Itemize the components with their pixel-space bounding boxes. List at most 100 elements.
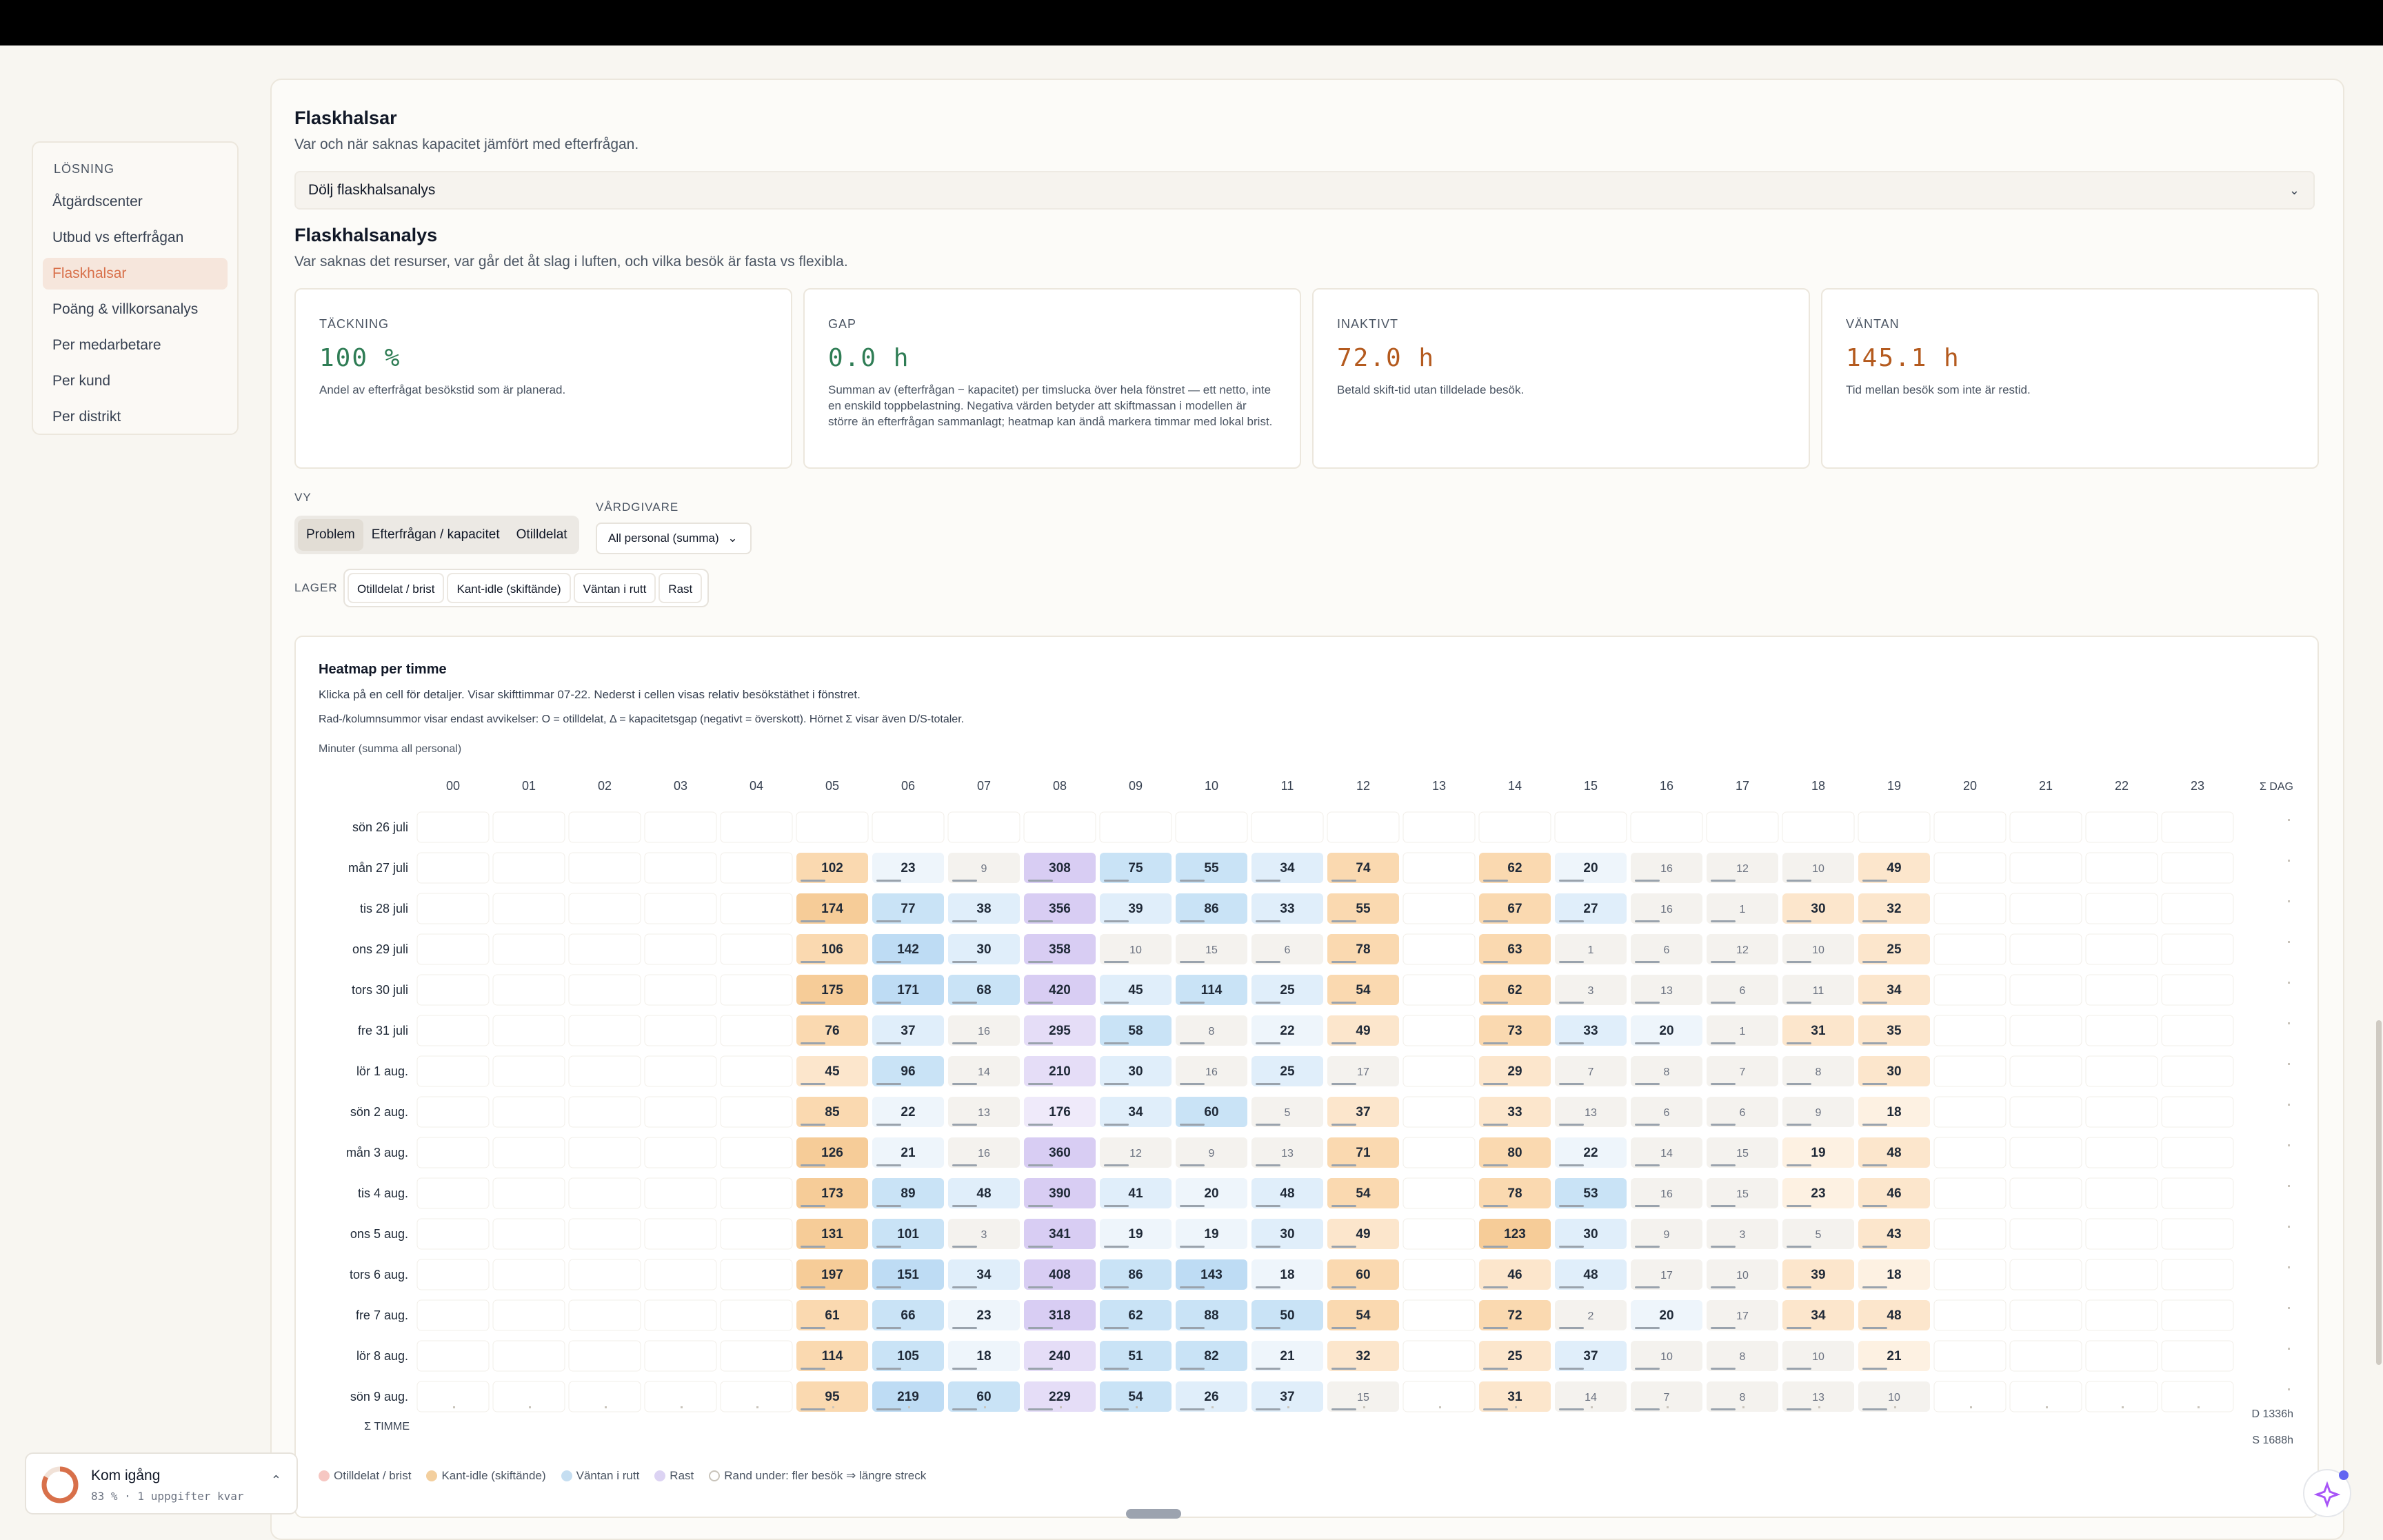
heatmap-cell-empty — [1023, 811, 1096, 843]
cell-density-bar — [1483, 1408, 1508, 1410]
row-label: sön 9 aug. — [350, 1390, 408, 1404]
heatmap-cell-empty — [2161, 1299, 2234, 1331]
cell-density-bar — [1559, 961, 1584, 963]
cell-value: 54 — [1356, 1186, 1371, 1201]
cell-value: 3 — [1740, 1229, 1746, 1241]
cell-density-bar — [1635, 1205, 1660, 1207]
cell-density-bar — [1180, 1368, 1205, 1370]
cell-value: 420 — [1049, 983, 1071, 997]
cell-value: 31 — [1507, 1390, 1522, 1404]
heatmap-cell-empty — [1933, 974, 2007, 1006]
col-sum-marker — [1060, 1406, 1062, 1408]
heatmap-cell-empty — [872, 811, 945, 843]
cell-value: 14 — [978, 1066, 990, 1078]
cell-density-bar — [1559, 880, 1584, 882]
cell-density-bar — [1180, 1042, 1205, 1044]
cell-value: 20 — [1659, 1308, 1673, 1323]
cell-density-bar — [801, 1408, 825, 1410]
cell-value: 8 — [1740, 1392, 1746, 1404]
row-sum-marker — [2288, 860, 2290, 862]
cell-density-bar — [1256, 1408, 1280, 1410]
cell-value: 151 — [897, 1268, 919, 1282]
cell-value: 96 — [901, 1064, 915, 1079]
onboarding-widget[interactable]: Kom igång 83 % · 1 uppgifter kvar ⌃ — [25, 1452, 298, 1514]
heatmap-cell-empty — [720, 1055, 793, 1087]
cell-density-bar — [1559, 1042, 1584, 1044]
cell-density-bar — [1862, 961, 1887, 963]
cell-value: 12 — [1129, 1148, 1142, 1159]
cell-density-bar — [1028, 1205, 1053, 1207]
heatmap-cell-empty — [2085, 811, 2158, 843]
row-label: lör 1 aug. — [356, 1064, 408, 1078]
hour-header-07: 07 — [977, 779, 991, 793]
cell-value: 49 — [1356, 1024, 1370, 1038]
cell-density-bar — [1331, 1002, 1356, 1004]
cell-value: 9 — [1664, 1229, 1670, 1241]
cell-density-bar — [801, 961, 825, 963]
col-sum-marker — [453, 1406, 455, 1408]
cell-density-bar — [1180, 1083, 1205, 1085]
cell-value: 95 — [825, 1390, 840, 1404]
heatmap-cell-empty — [2085, 1218, 2158, 1250]
cell-value: 75 — [1128, 861, 1143, 875]
cell-density-bar — [952, 920, 977, 922]
cell-density-bar — [952, 1286, 977, 1288]
heatmap-cell-empty — [2085, 1259, 2158, 1290]
cell-value: 142 — [897, 942, 919, 957]
cell-density-bar — [1711, 1286, 1736, 1288]
cell-density-bar — [1028, 1408, 1053, 1410]
cell-value: 9 — [981, 863, 987, 875]
cell-density-bar — [952, 1083, 977, 1085]
heatmap-cell-empty — [2161, 811, 2234, 843]
heatmap-cell-empty — [1402, 1259, 1476, 1290]
cell-value: 10 — [1129, 944, 1142, 956]
chevron-up-icon[interactable]: ⌃ — [271, 1473, 281, 1488]
row-label: sön 26 juli — [352, 820, 408, 834]
heatmap-cell-empty — [720, 1015, 793, 1046]
cell-value: 11 — [1813, 985, 1824, 997]
row-sum-marker — [2288, 982, 2290, 984]
heatmap-cell-empty — [796, 811, 869, 843]
col-sum-marker — [529, 1406, 531, 1408]
heatmap-cell-empty — [2161, 1096, 2234, 1128]
cell-density-bar — [801, 920, 825, 922]
cell-value: 53 — [1583, 1186, 1598, 1201]
hour-header-14: 14 — [1508, 779, 1522, 793]
col-sum-marker — [1894, 1406, 1896, 1408]
drag-handle[interactable] — [1126, 1509, 1181, 1519]
cell-value: 105 — [897, 1349, 919, 1364]
heatmap-cell-empty — [492, 1340, 565, 1372]
hour-header-12: 12 — [1356, 779, 1370, 793]
hour-header-10: 10 — [1205, 779, 1218, 793]
cell-value: 408 — [1049, 1268, 1071, 1282]
hour-header-00: 00 — [446, 779, 460, 793]
row-sum-marker — [2288, 819, 2290, 821]
cell-value: 77 — [901, 902, 915, 916]
cell-value: 89 — [901, 1186, 915, 1201]
hour-header-08: 08 — [1053, 779, 1067, 793]
cell-value: 18 — [1280, 1268, 1294, 1282]
heatmap-cell-empty — [1554, 811, 1627, 843]
col-sum-marker — [1287, 1406, 1289, 1408]
heatmap-cell-empty — [568, 933, 641, 965]
cell-density-bar — [1711, 1368, 1736, 1370]
scrollbar[interactable] — [2376, 1020, 2382, 1365]
cell-density-bar — [1559, 1368, 1584, 1370]
cell-density-bar — [1104, 1327, 1129, 1329]
assistant-button[interactable] — [2303, 1469, 2351, 1517]
heatmap-cell-empty — [1933, 933, 2007, 965]
cell-density-bar — [876, 1286, 901, 1288]
heatmap-cell-empty — [720, 893, 793, 924]
cell-density-bar — [801, 1327, 825, 1329]
cell-density-bar — [1635, 1083, 1660, 1085]
cell-value: 43 — [1887, 1227, 1901, 1242]
cell-value: 22 — [1280, 1024, 1294, 1038]
cell-density-bar — [1331, 1286, 1356, 1288]
sum-hour-label: Σ TIMME — [364, 1421, 410, 1432]
cell-value: 30 — [1583, 1227, 1598, 1242]
cell-density-bar — [1711, 1042, 1736, 1044]
heatmap-cell-empty — [568, 1137, 641, 1168]
progress-ring-icon — [41, 1466, 79, 1503]
cell-value: 85 — [825, 1105, 840, 1119]
hour-header-15: 15 — [1584, 779, 1598, 793]
